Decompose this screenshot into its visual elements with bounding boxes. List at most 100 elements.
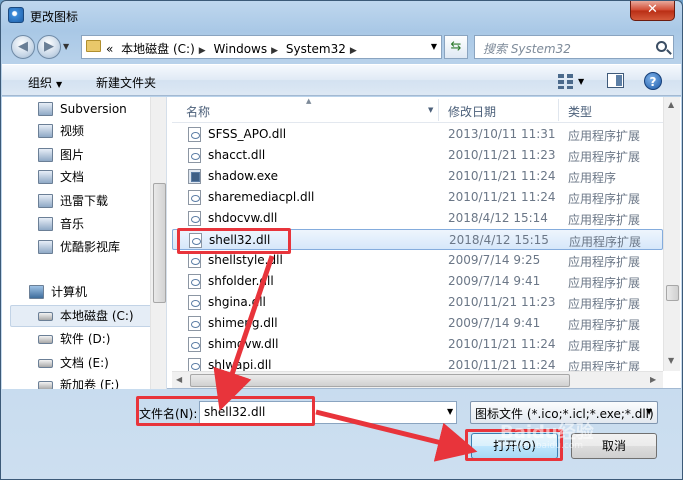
application-file-icon: [188, 169, 201, 184]
file-row[interactable]: shimgvw.dll 2010/11/21 11:24 应用程序扩展: [172, 334, 663, 355]
refresh-button[interactable]: ⇆: [444, 35, 468, 59]
computer-icon: [29, 285, 44, 299]
file-modified-date: 2009/7/14 9:41: [448, 274, 541, 288]
file-modified-date: 2009/7/14 9:25: [448, 253, 541, 267]
music-library-icon: [38, 217, 53, 231]
view-options-icon[interactable]: [558, 73, 574, 89]
column-divider[interactable]: [438, 99, 439, 121]
file-modified-date: 2010/11/21 11:24: [448, 337, 556, 351]
file-modified-date: 2013/10/11 11:31: [448, 127, 556, 141]
file-row[interactable]: shadow.exe 2010/11/21 11:24 应用程序: [172, 166, 663, 187]
sidebar-item-label: 迅雷下载: [60, 194, 109, 208]
command-toolbar: 组织 ▼ 新建文件夹 ▼ ?: [2, 64, 681, 96]
navigation-pane-scrollbar[interactable]: [150, 97, 166, 389]
forward-button[interactable]: ▶: [37, 35, 61, 59]
filename-history-dropdown[interactable]: ▼: [447, 407, 453, 416]
address-dropdown[interactable]: ▼: [431, 42, 437, 51]
scrollbar-thumb[interactable]: [190, 374, 570, 387]
scroll-right-icon[interactable]: ▶: [650, 375, 656, 384]
file-name: shgina.dll: [208, 295, 266, 309]
scroll-down-icon[interactable]: ▼: [668, 356, 674, 365]
breadcrumb-overflow[interactable]: «: [106, 42, 113, 56]
address-bar[interactable]: « 本地磁盘 (C:) ▶ Windows ▶ System32 ▶ ▼: [81, 35, 442, 59]
search-box[interactable]: 搜索 System32: [474, 35, 674, 59]
baidu-watermark: Baidu经验 jingyan.baidu.com: [500, 418, 594, 451]
file-type: 应用程序扩展: [568, 318, 641, 332]
view-dropdown[interactable]: ▼: [578, 77, 584, 86]
scroll-up-icon[interactable]: ▲: [668, 100, 674, 109]
file-name: shlwapi.dll: [208, 358, 272, 372]
breadcrumb-system32[interactable]: System32: [286, 42, 346, 56]
scrollbar-thumb[interactable]: [153, 183, 166, 303]
change-icon-dialog: 更改图标 ✕ ◀ ▶ ▼ « 本地磁盘 (C:) ▶ Windows ▶ Syste…: [0, 0, 683, 480]
close-button[interactable]: ✕: [630, 1, 675, 21]
file-list-horizontal-scrollbar[interactable]: ◀ ▶: [172, 371, 663, 388]
file-row[interactable]: shfolder.dll 2009/7/14 9:41 应用程序扩展: [172, 271, 663, 292]
youku-library-icon: [38, 240, 53, 254]
recent-pages-dropdown[interactable]: ▼: [63, 42, 69, 51]
column-divider[interactable]: [558, 99, 559, 121]
column-header-modified[interactable]: 修改日期: [448, 103, 496, 120]
watermark-sub: jingyan.baidu.com: [500, 441, 584, 451]
sidebar-item-label: 优酷影视库: [60, 240, 121, 254]
file-list-vertical-scrollbar[interactable]: ▲ ▼: [663, 97, 680, 371]
watermark-text: Baidu经验: [500, 422, 594, 443]
search-icon[interactable]: [656, 41, 667, 52]
video-library-icon: [38, 124, 53, 138]
breadcrumb-drive-c[interactable]: 本地磁盘 (C:): [121, 42, 195, 56]
organize-label: 组织: [28, 76, 53, 90]
browser-content: Subversion 视频 图片 文档 迅雷下载 音乐 优酷影视库 计算机 本地磁盘 (C:) 软…: [2, 97, 681, 389]
dll-file-icon: [188, 127, 201, 142]
file-row[interactable]: SFSS_APO.dll 2013/10/11 11:31 应用程序扩展: [172, 124, 663, 145]
drive-f-icon: [38, 381, 53, 389]
file-type: 应用程序扩展: [568, 297, 641, 311]
file-row[interactable]: shdocvw.dll 2018/4/12 15:14 应用程序扩展: [172, 208, 663, 229]
chevron-right-icon[interactable]: ▶: [350, 46, 357, 56]
preview-pane-icon[interactable]: [607, 73, 624, 88]
drive-d-icon: [38, 335, 53, 344]
search-input[interactable]: 搜索 System32: [483, 40, 571, 57]
navigation-bar: ◀ ▶ ▼ « 本地磁盘 (C:) ▶ Windows ▶ System32 ▶ ▼ …: [1, 32, 682, 62]
refresh-icon: ⇆: [450, 39, 462, 54]
back-button[interactable]: ◀: [11, 35, 35, 59]
file-type: 应用程序: [568, 171, 617, 185]
breadcrumb-windows[interactable]: Windows: [214, 42, 268, 56]
file-row[interactable]: shacct.dll 2010/11/21 11:23 应用程序扩展: [172, 145, 663, 166]
organize-button[interactable]: 组织 ▼: [28, 74, 62, 91]
sidebar-item-label: Subversion: [60, 102, 127, 116]
drive-c-icon: [38, 312, 53, 321]
column-filter-dropdown[interactable]: ▼: [428, 106, 433, 114]
file-modified-date: 2018/4/12 15:14: [448, 211, 548, 225]
file-type: 应用程序扩展: [568, 255, 641, 269]
file-type: 应用程序扩展: [568, 150, 641, 164]
dll-file-icon: [188, 274, 201, 289]
file-type: 应用程序扩展: [568, 192, 641, 206]
annotation-highlight-filename: [136, 396, 315, 426]
new-folder-button[interactable]: 新建文件夹: [96, 74, 156, 91]
scrollbar-thumb[interactable]: [666, 285, 679, 301]
help-icon[interactable]: ?: [644, 72, 662, 90]
drive-e-icon: [38, 359, 53, 368]
file-modified-date: 2010/11/21 11:24: [448, 190, 556, 204]
file-modified-date: 2010/11/21 11:23: [448, 295, 556, 309]
file-row[interactable]: shimeng.dll 2009/7/14 9:41 应用程序扩展: [172, 313, 663, 334]
title-bar[interactable]: 更改图标 ✕: [1, 1, 682, 31]
file-name: shacct.dll: [208, 148, 266, 162]
breadcrumb: « 本地磁盘 (C:) ▶ Windows ▶ System32 ▶: [106, 40, 361, 57]
chevron-down-icon[interactable]: ▼: [646, 407, 652, 416]
dll-file-icon: [188, 295, 201, 310]
thunder-download-icon: [38, 194, 53, 208]
file-row[interactable]: sharemediacpl.dll 2010/11/21 11:24 应用程序扩展: [172, 187, 663, 208]
file-row[interactable]: shgina.dll 2010/11/21 11:23 应用程序扩展: [172, 292, 663, 313]
dll-file-icon: [188, 337, 201, 352]
chevron-down-icon: ▼: [56, 80, 63, 89]
chevron-right-icon[interactable]: ▶: [199, 46, 206, 56]
dialog-app-icon: [8, 7, 24, 23]
file-type: 应用程序扩展: [568, 129, 641, 143]
column-header-name[interactable]: 名称: [186, 103, 210, 120]
column-header-type[interactable]: 类型: [568, 103, 592, 120]
chevron-right-icon[interactable]: ▶: [271, 46, 278, 56]
annotation-highlight-file: [177, 228, 291, 254]
scroll-left-icon[interactable]: ◀: [176, 375, 182, 384]
sidebar-item-label: 文档 (E:): [60, 356, 109, 370]
